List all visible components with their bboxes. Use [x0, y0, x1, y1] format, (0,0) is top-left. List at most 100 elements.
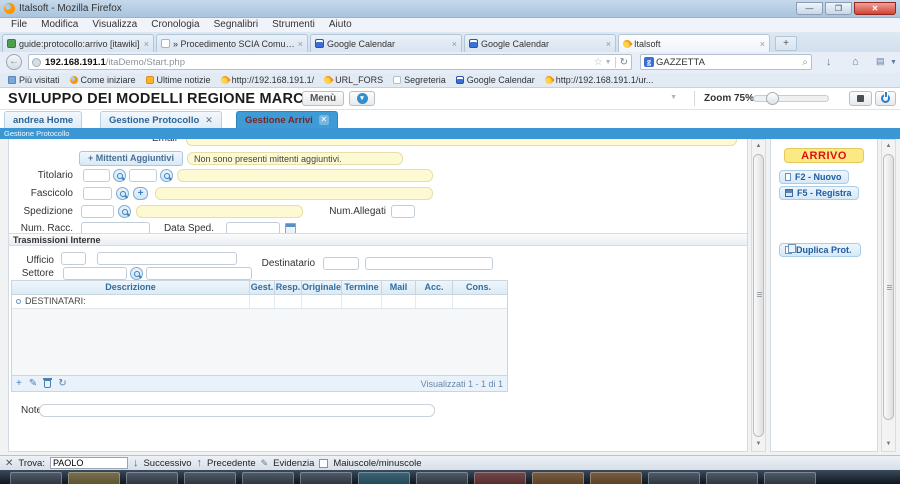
- browser-tab-gcal-2[interactable]: Google Calendar ×: [464, 34, 616, 52]
- tab-close-icon[interactable]: ×: [298, 39, 303, 49]
- bookmarks-menu-icon[interactable]: ▤: [876, 56, 885, 67]
- find-input[interactable]: [50, 457, 128, 469]
- bookmark-piu-visitati[interactable]: Più visitati: [4, 75, 64, 85]
- destinatario-description-input[interactable]: [365, 257, 493, 270]
- taskbar-button[interactable]: [590, 472, 642, 484]
- bookmark-italsoft-ur[interactable]: http://192.168.191.1/ur...: [541, 75, 658, 85]
- taskbar-button[interactable]: [648, 472, 700, 484]
- browser-tab-scia[interactable]: » Procedimento SCIA Comune di Cor... ×: [156, 34, 308, 52]
- ufficio-description-input[interactable]: [97, 252, 237, 265]
- app-tab-home[interactable]: andrea Home: [4, 111, 82, 128]
- reload-icon[interactable]: ↻: [615, 57, 628, 68]
- menu-cronologia[interactable]: Cronologia: [144, 18, 206, 32]
- bookmark-url-fors[interactable]: URL_FORS: [320, 75, 387, 85]
- zoom-slider[interactable]: [753, 95, 829, 102]
- scroll-up-icon[interactable]: ▲: [882, 140, 895, 153]
- fascicolo-search-icon[interactable]: [116, 187, 129, 200]
- close-button[interactable]: ✕: [854, 2, 896, 15]
- search-box[interactable]: g ⌕: [640, 54, 812, 70]
- bookmark-come-iniziare[interactable]: Come iniziare: [66, 75, 140, 85]
- taskbar-button[interactable]: [532, 472, 584, 484]
- num-allegati-input[interactable]: [391, 205, 415, 218]
- downloads-icon[interactable]: ↓: [826, 56, 832, 68]
- taskbar-button[interactable]: [300, 472, 352, 484]
- bookmark-italsoft-home[interactable]: http://192.168.191.1/: [217, 75, 319, 85]
- find-prev-button[interactable]: Precedente: [207, 458, 256, 469]
- toolbar-caret-icon[interactable]: ▼: [890, 59, 897, 66]
- browser-tab-itawiki[interactable]: guide:protocollo:arrivo [itawiki] ×: [2, 34, 154, 52]
- delete-row-icon[interactable]: [44, 380, 51, 388]
- scrollbar-thumb[interactable]: [753, 154, 764, 437]
- logout-button[interactable]: [875, 91, 896, 106]
- case-checkbox[interactable]: [319, 459, 328, 468]
- scroll-down-icon[interactable]: ▼: [882, 438, 895, 451]
- back-button[interactable]: ←: [6, 54, 22, 70]
- col-resp[interactable]: Resp.: [275, 281, 302, 294]
- browser-tab-gcal-1[interactable]: Google Calendar ×: [310, 34, 462, 52]
- tab-close-icon[interactable]: ×: [760, 39, 765, 49]
- browser-tab-italsoft[interactable]: Italsoft ×: [618, 34, 770, 52]
- menu-visualizza[interactable]: Visualizza: [85, 18, 144, 32]
- highlight-button[interactable]: Evidenzia: [273, 458, 314, 469]
- spedizione-search-icon[interactable]: [118, 205, 131, 218]
- url-bar[interactable]: 192.168.191.1 /itaDemo/Start.php ☆ ▼ ↻: [28, 54, 632, 70]
- add-row-icon[interactable]: +: [16, 377, 22, 391]
- menu-file[interactable]: File: [4, 18, 34, 32]
- taskbar-button[interactable]: [242, 472, 294, 484]
- taskbar-button[interactable]: [416, 472, 468, 484]
- theme-button[interactable]: [849, 91, 872, 106]
- bookmark-segreteria[interactable]: Segreteria: [389, 75, 450, 85]
- titolario-search-icon[interactable]: [113, 169, 126, 182]
- col-acc[interactable]: Acc.: [416, 281, 453, 294]
- bookmark-star-icon[interactable]: ☆: [594, 57, 603, 68]
- col-originale[interactable]: Originale: [302, 281, 342, 294]
- col-mail[interactable]: Mail: [382, 281, 416, 294]
- reload-grid-icon[interactable]: ↻: [58, 377, 66, 391]
- col-descrizione[interactable]: Descrizione: [12, 281, 250, 294]
- case-label[interactable]: Maiuscole/minuscole: [333, 458, 421, 469]
- page-scrollbar[interactable]: ▲ ▼: [881, 139, 896, 452]
- header-dropdown[interactable]: ▼: [565, 92, 677, 105]
- ufficio-code-input[interactable]: [61, 252, 86, 265]
- spedizione-input[interactable]: [81, 205, 114, 218]
- taskbar-button[interactable]: [764, 472, 816, 484]
- email-field[interactable]: [186, 139, 737, 146]
- titolario-sub-search-icon[interactable]: [160, 169, 173, 182]
- new-tab-button[interactable]: +: [775, 36, 797, 51]
- windows-taskbar[interactable]: [0, 470, 900, 484]
- settore-input[interactable]: [63, 267, 127, 280]
- minimize-button[interactable]: —: [796, 2, 823, 15]
- find-next-icon[interactable]: ↓: [133, 457, 139, 469]
- menu-segnalibri[interactable]: Segnalibri: [207, 18, 265, 32]
- menu-modifica[interactable]: Modifica: [34, 18, 85, 32]
- edit-row-icon[interactable]: ✎: [29, 377, 37, 391]
- tab-close-icon[interactable]: ×: [606, 39, 611, 49]
- expand-icon[interactable]: [16, 299, 21, 304]
- highlight-icon[interactable]: ✎: [261, 458, 269, 469]
- f2-nuovo-button[interactable]: F2 - Nuovo: [779, 170, 849, 184]
- col-gest[interactable]: Gest.: [250, 281, 275, 294]
- app-tab-gestione-protocollo[interactable]: Gestione Protocollo ✕: [100, 111, 222, 128]
- taskbar-button[interactable]: [474, 472, 526, 484]
- menu-aiuto[interactable]: Aiuto: [322, 18, 359, 32]
- taskbar-button[interactable]: [358, 472, 410, 484]
- taskbar-button[interactable]: [184, 472, 236, 484]
- bookmark-google-calendar[interactable]: Google Calendar: [452, 75, 539, 85]
- mittenti-aggiuntivi-button[interactable]: + Mittenti Aggiuntivi: [79, 151, 183, 166]
- taskbar-button[interactable]: [10, 472, 62, 484]
- search-input[interactable]: [656, 57, 802, 68]
- find-next-button[interactable]: Successivo: [143, 458, 191, 469]
- taskbar-button[interactable]: [68, 472, 120, 484]
- find-prev-icon[interactable]: ↑: [197, 457, 203, 469]
- titolario-code-input[interactable]: [83, 169, 110, 182]
- app-tab-gestione-arrivi[interactable]: Gestione Arrivi ✕: [236, 111, 338, 128]
- zoom-slider-thumb[interactable]: [766, 92, 779, 105]
- collapse-header-button[interactable]: ▾: [349, 91, 375, 106]
- scrollbar-thumb[interactable]: [883, 154, 894, 420]
- taskbar-button[interactable]: [706, 472, 758, 484]
- close-findbar-icon[interactable]: ✕: [5, 458, 13, 469]
- tab-close-icon[interactable]: ✕: [205, 115, 213, 126]
- duplica-prot-button[interactable]: Duplica Prot.: [779, 243, 861, 257]
- search-icon[interactable]: ⌕: [802, 57, 808, 68]
- scroll-up-icon[interactable]: ▲: [752, 140, 765, 153]
